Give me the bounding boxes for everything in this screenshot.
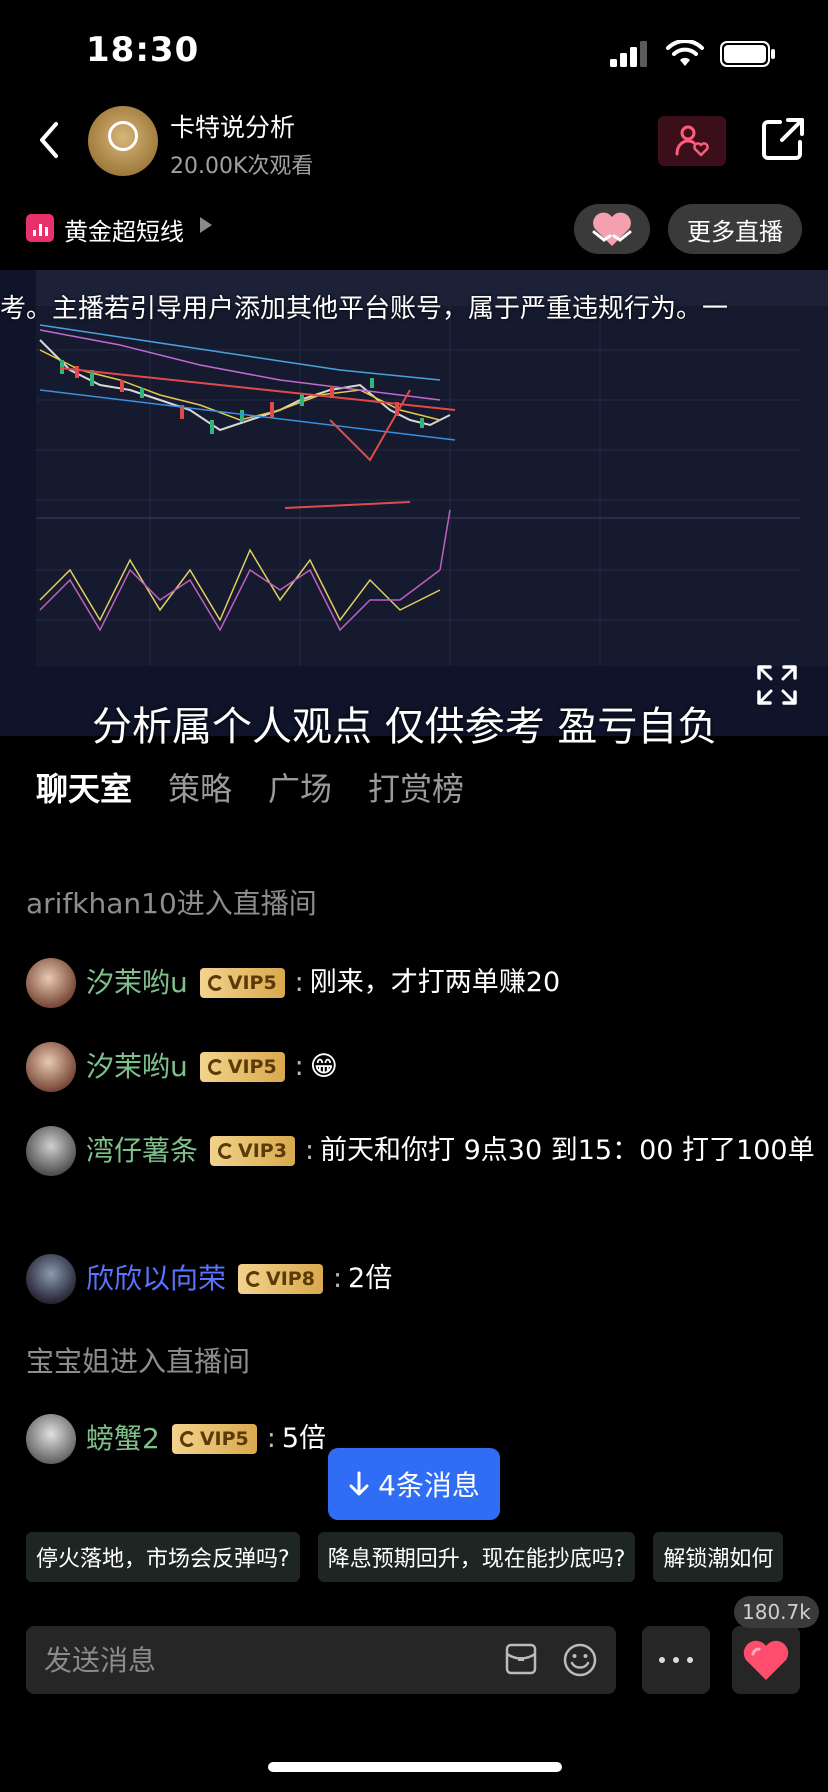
chart-screen-image (0, 270, 828, 736)
vip-icon (246, 1271, 263, 1287)
separator: : (294, 967, 304, 998)
vip-badge: VIP5 (171, 1424, 257, 1454)
battery-icon (720, 41, 775, 67)
separator: : (266, 1423, 276, 1454)
vip-badge: VIP3 (210, 1136, 295, 1166)
system-enter-message: 宝宝姐进入直播间 (26, 1345, 251, 1378)
signal-icon (610, 41, 647, 67)
user-avatar[interactable] (26, 1254, 76, 1304)
username[interactable]: 螃蟹2 (86, 1415, 160, 1463)
suggestion-chip[interactable]: 解锁潮如何 (653, 1532, 784, 1582)
like-count: 180.7k (734, 1596, 819, 1628)
host-name[interactable]: 卡特说分析 (170, 108, 295, 144)
tab-strategy[interactable]: 策略 (168, 764, 232, 810)
vip-level: VIP5 (199, 1428, 249, 1450)
vip-icon (207, 1059, 224, 1075)
fullscreen-icon[interactable] (756, 664, 798, 706)
new-messages-label: 4条消息 (378, 1469, 480, 1502)
heart-hands-button[interactable] (574, 204, 650, 254)
chat-message: 汐茉哟u VIP5 : 刚来，才打两单赚20 (26, 958, 816, 1008)
heart-hands-icon (592, 212, 632, 246)
vip-badge: VIP5 (199, 968, 285, 998)
suggested-questions: 停火落地，市场会反弹吗? 降息预期回升，现在能抄底吗? 解锁潮如何 (26, 1532, 784, 1582)
message-input[interactable] (44, 1640, 444, 1680)
chat-message: 湾仔薯条 VIP3 : 前天和你打 9点30 到15：00 打了100单 (26, 1126, 816, 1176)
vip-icon (179, 1431, 196, 1447)
play-triangle-icon[interactable] (200, 217, 212, 233)
tab-tip-ranking[interactable]: 打赏榜 (368, 764, 464, 810)
user-avatar[interactable] (26, 1126, 76, 1176)
red-packet-icon[interactable] (504, 1642, 538, 1676)
ellipsis-icon (659, 1657, 693, 1663)
suggestion-chip[interactable]: 降息预期回升，现在能抄底吗? (317, 1532, 636, 1582)
vip-level: VIP5 (227, 1056, 277, 1078)
chat-message: 汐茉哟u VIP5 : 😁 (26, 1042, 816, 1092)
vip-icon (207, 975, 224, 991)
emoji-icon[interactable] (562, 1642, 598, 1678)
username[interactable]: 汐茉哟u (86, 959, 188, 1007)
arrow-down-icon (349, 1471, 369, 1496)
follow-button[interactable] (658, 116, 726, 166)
suggestion-chip[interactable]: 停火落地，市场会反弹吗? (26, 1532, 300, 1582)
vip-level: VIP8 (266, 1268, 315, 1290)
video-caption: 分析属个人观点 仅供参考 盈亏自负 (92, 704, 718, 750)
status-time: 18:30 (86, 30, 200, 70)
view-count: 20.00K次观看 (170, 154, 314, 179)
tab-plaza[interactable]: 广场 (268, 764, 332, 810)
user-avatar[interactable] (26, 1042, 76, 1092)
marquee-notice: 考。主播若引导用户添加其他平台账号，属于严重违规行为。一 (0, 294, 729, 324)
message-text: 2倍 (348, 1263, 393, 1294)
share-icon[interactable] (758, 114, 808, 164)
wifi-icon (666, 40, 704, 66)
home-indicator[interactable] (268, 1762, 562, 1772)
separator: : (332, 1263, 343, 1294)
user-avatar[interactable] (26, 958, 76, 1008)
content-tabs: 聊天室 策略 广场 打赏榜 (36, 764, 464, 810)
separator: : (304, 1135, 315, 1166)
message-input-box (26, 1626, 616, 1694)
vip-level: VIP5 (227, 972, 277, 994)
tab-chatroom[interactable]: 聊天室 (36, 764, 132, 810)
vip-badge: VIP8 (238, 1264, 323, 1294)
host-avatar[interactable] (88, 106, 158, 176)
message-text: 刚来，才打两单赚20 (309, 967, 561, 998)
back-icon[interactable] (30, 118, 70, 162)
message-text: 前天和你打 9点30 到15：00 打了100单 (320, 1135, 815, 1166)
logo-icon (108, 121, 138, 151)
vip-badge: VIP5 (199, 1052, 285, 1082)
live-video[interactable] (0, 270, 828, 736)
vip-level: VIP3 (238, 1140, 287, 1162)
username[interactable]: 湾仔薯条 (86, 1127, 198, 1175)
system-enter-message: arifkhan10进入直播间 (26, 887, 317, 920)
heart-icon (743, 1640, 789, 1680)
like-button[interactable] (732, 1626, 800, 1694)
username[interactable]: 汐茉哟u (86, 1043, 188, 1091)
more-live-button[interactable]: 更多直播 (668, 204, 802, 254)
message-text: 5倍 (281, 1423, 327, 1454)
user-avatar[interactable] (26, 1414, 76, 1464)
chat-message: 欣欣以向荣 VIP8 : 2倍 (26, 1254, 816, 1304)
user-heart-icon (675, 125, 709, 157)
chart-bar-icon (26, 214, 54, 242)
vip-icon (218, 1143, 235, 1159)
status-icons (610, 40, 776, 68)
more-options-button[interactable] (642, 1626, 710, 1694)
username[interactable]: 欣欣以向荣 (86, 1255, 226, 1303)
message-text: 😁 (309, 1051, 338, 1082)
separator: : (294, 1051, 304, 1082)
channel-label[interactable]: 黄金超短线 (64, 212, 184, 247)
new-messages-button[interactable]: 4条消息 (328, 1448, 500, 1520)
